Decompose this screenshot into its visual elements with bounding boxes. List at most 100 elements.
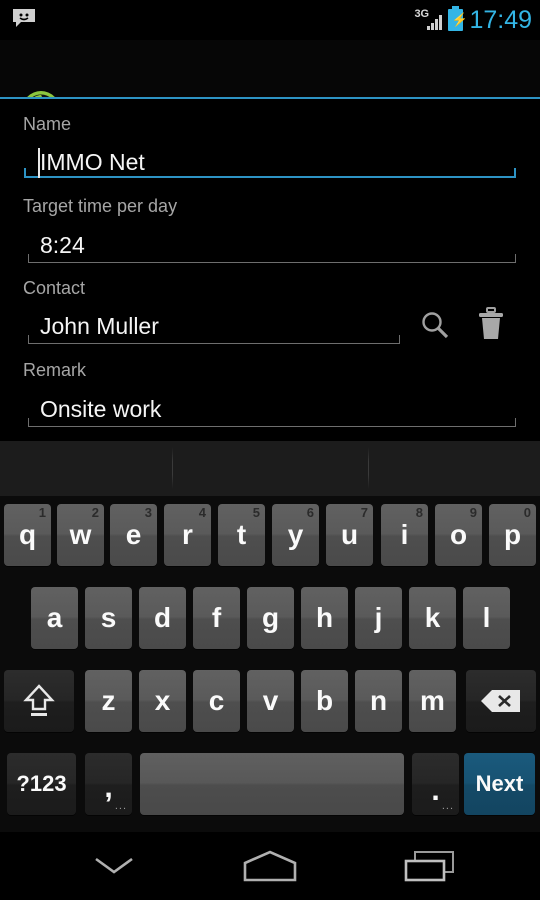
key-c-label: c bbox=[208, 685, 225, 716]
key-v-label: v bbox=[262, 685, 279, 716]
key-n-label: n bbox=[369, 685, 388, 716]
key-e-number: 3 bbox=[144, 505, 152, 520]
soft-keyboard: 1 q 2 w 3 e 4 r 5 t 6 y 7 u 8 i 9 o 0 p … bbox=[0, 440, 540, 832]
symbols-key-label: ?123 bbox=[16, 771, 67, 796]
key-y[interactable]: 6 y bbox=[272, 504, 319, 566]
key-j-label: j bbox=[374, 602, 383, 633]
key-v[interactable]: v bbox=[247, 670, 294, 732]
backspace-key[interactable] bbox=[466, 670, 536, 732]
keyboard-row-1: 1 q 2 w 3 e 4 r 5 t 6 y 7 u 8 i 9 o 0 p bbox=[0, 504, 540, 570]
contact-field-label: Contact bbox=[23, 278, 86, 298]
key-c[interactable]: c bbox=[193, 670, 240, 732]
key-r-label: r bbox=[182, 519, 193, 550]
target-time-field-underline bbox=[28, 254, 516, 263]
key-t-number: 5 bbox=[252, 505, 260, 520]
status-indicators: 3G ⚡ 17:49 bbox=[414, 0, 532, 40]
sms-message-icon bbox=[12, 8, 36, 28]
remark-field-underline bbox=[28, 418, 516, 427]
keyboard-row-2: a s d f g h j k l bbox=[0, 587, 540, 653]
key-y-number: 6 bbox=[306, 505, 314, 520]
hide-keyboard-button[interactable] bbox=[24, 832, 204, 900]
battery-charging-icon: ⚡ bbox=[448, 6, 468, 31]
key-u-number: 7 bbox=[360, 505, 368, 520]
key-h[interactable]: h bbox=[301, 587, 348, 649]
key-k[interactable]: k bbox=[409, 587, 456, 649]
key-b-label: b bbox=[315, 685, 334, 716]
key-o-number: 9 bbox=[469, 505, 477, 520]
key-i-label: i bbox=[400, 519, 409, 550]
status-bar: 3G ⚡ 17:49 bbox=[0, 0, 540, 40]
contact-field-underline bbox=[28, 335, 400, 344]
key-k-label: k bbox=[424, 602, 441, 633]
key-z-label: z bbox=[101, 685, 116, 716]
key-n[interactable]: n bbox=[355, 670, 402, 732]
key-i[interactable]: 8 i bbox=[381, 504, 428, 566]
key-s[interactable]: s bbox=[85, 587, 132, 649]
text-cursor bbox=[38, 148, 40, 178]
home-icon bbox=[243, 850, 297, 882]
key-b[interactable]: b bbox=[301, 670, 348, 732]
comma-key-more: ... bbox=[114, 800, 127, 812]
hide-keyboard-icon bbox=[95, 857, 133, 874]
key-d[interactable]: d bbox=[139, 587, 186, 649]
remark-field-label: Remark bbox=[23, 360, 87, 380]
key-o-label: o bbox=[449, 519, 468, 550]
next-key-label: Next bbox=[475, 771, 524, 796]
key-m[interactable]: m bbox=[409, 670, 456, 732]
key-a[interactable]: a bbox=[31, 587, 78, 649]
keyboard-row-4: ?123 , ... . ... Next bbox=[0, 753, 540, 819]
target-time-field-label: Target time per day bbox=[23, 196, 178, 216]
next-key[interactable]: Next bbox=[464, 753, 535, 815]
key-x[interactable]: x bbox=[139, 670, 186, 732]
key-f[interactable]: f bbox=[193, 587, 240, 649]
suggestion-strip[interactable] bbox=[0, 440, 540, 496]
delete-icon[interactable] bbox=[476, 307, 506, 348]
shift-icon bbox=[23, 684, 55, 716]
action-bar: ‹ Edit project bbox=[0, 40, 540, 129]
key-e[interactable]: 3 e bbox=[110, 504, 157, 566]
signal-bars-icon: 3G bbox=[414, 8, 443, 32]
key-t[interactable]: 5 t bbox=[218, 504, 265, 566]
keyboard-row-3: z x c v b n m bbox=[0, 670, 540, 736]
period-key[interactable]: . ... bbox=[412, 753, 459, 815]
comma-key-label: , bbox=[104, 770, 113, 804]
key-p[interactable]: 0 p bbox=[489, 504, 536, 566]
key-l-label: l bbox=[482, 602, 491, 633]
key-y-label: y bbox=[287, 519, 304, 550]
recent-apps-button[interactable] bbox=[340, 832, 520, 900]
search-icon[interactable] bbox=[418, 309, 452, 348]
recent-apps-icon bbox=[404, 851, 454, 882]
key-z[interactable]: z bbox=[85, 670, 132, 732]
comma-key[interactable]: , ... bbox=[85, 753, 132, 815]
space-key[interactable] bbox=[140, 753, 404, 815]
key-g[interactable]: g bbox=[247, 587, 294, 649]
shift-key[interactable] bbox=[4, 670, 74, 732]
key-h-label: h bbox=[315, 602, 334, 633]
key-l[interactable]: l bbox=[463, 587, 510, 649]
suggestion-divider bbox=[172, 447, 173, 489]
home-button[interactable] bbox=[180, 832, 360, 900]
key-u[interactable]: 7 u bbox=[326, 504, 373, 566]
key-i-number: 8 bbox=[415, 505, 423, 520]
key-g-label: g bbox=[261, 602, 280, 633]
navigation-bar bbox=[0, 832, 540, 900]
suggestion-divider bbox=[368, 447, 369, 489]
symbols-key[interactable]: ?123 bbox=[7, 753, 76, 815]
name-field-underline bbox=[24, 168, 516, 178]
key-a-label: a bbox=[46, 602, 63, 633]
key-o[interactable]: 9 o bbox=[435, 504, 482, 566]
key-p-number: 0 bbox=[523, 505, 531, 520]
backspace-icon bbox=[481, 690, 520, 712]
status-clock: 17:49 bbox=[469, 5, 532, 34]
period-key-more: ... bbox=[441, 800, 454, 812]
key-q-number: 1 bbox=[38, 505, 46, 520]
key-u-label: u bbox=[340, 519, 359, 550]
key-e-label: e bbox=[125, 519, 142, 550]
android-screen: 3G ⚡ 17:49 ‹ bbox=[0, 0, 540, 900]
key-j[interactable]: j bbox=[355, 587, 402, 649]
key-r[interactable]: 4 r bbox=[164, 504, 211, 566]
key-w[interactable]: 2 w bbox=[57, 504, 104, 566]
key-q[interactable]: 1 q bbox=[4, 504, 51, 566]
key-p-label: p bbox=[503, 519, 522, 550]
key-d-label: d bbox=[153, 602, 172, 633]
